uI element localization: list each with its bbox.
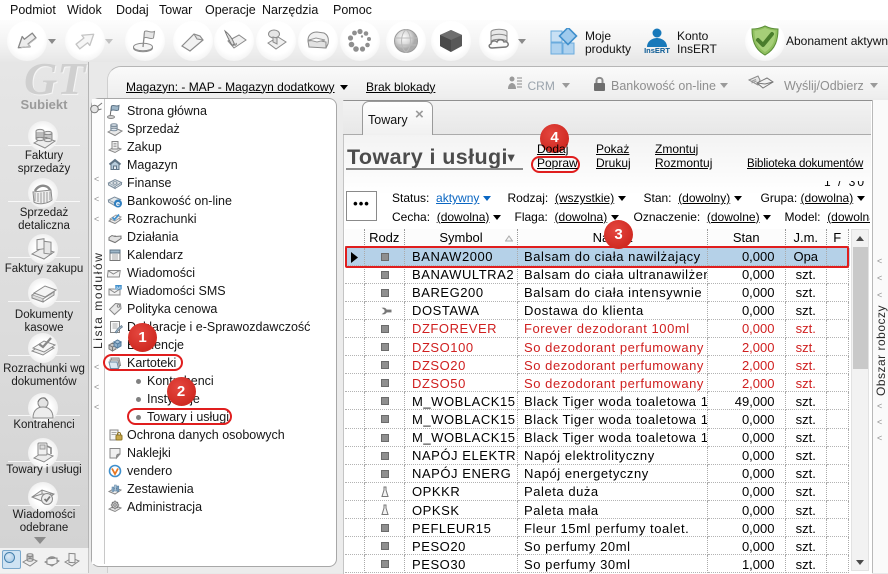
- svg-text:InsERT: InsERT: [644, 46, 670, 55]
